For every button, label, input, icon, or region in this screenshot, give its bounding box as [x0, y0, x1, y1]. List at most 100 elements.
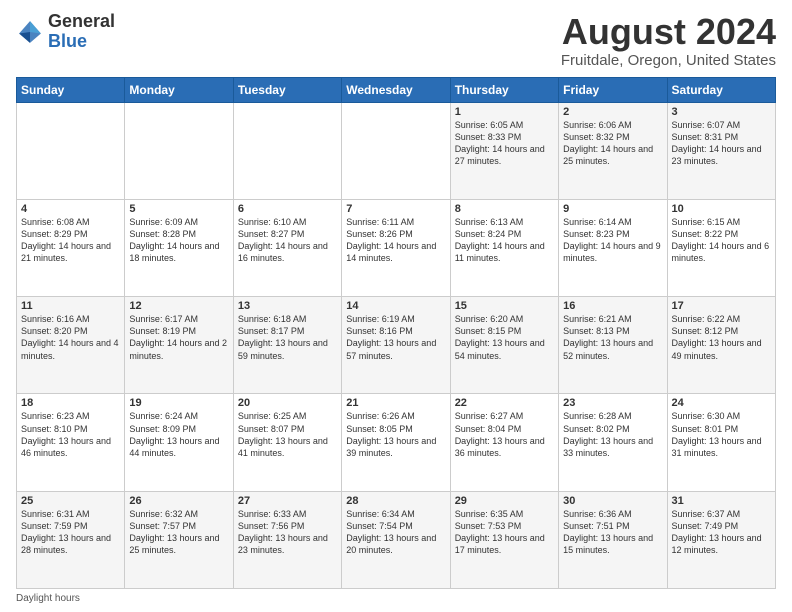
day-info: Sunrise: 6:06 AM Sunset: 8:32 PM Dayligh… — [563, 119, 662, 168]
calendar-cell: 7Sunrise: 6:11 AM Sunset: 8:26 PM Daylig… — [342, 199, 450, 296]
logo: General Blue — [16, 12, 115, 52]
col-header-wednesday: Wednesday — [342, 77, 450, 102]
day-info: Sunrise: 6:31 AM Sunset: 7:59 PM Dayligh… — [21, 508, 120, 557]
calendar-cell: 22Sunrise: 6:27 AM Sunset: 8:04 PM Dayli… — [450, 394, 558, 491]
day-number: 26 — [129, 495, 228, 507]
day-number: 13 — [238, 300, 337, 312]
calendar-cell — [125, 102, 233, 199]
day-number: 10 — [672, 203, 771, 215]
calendar-week-row-4: 25Sunrise: 6:31 AM Sunset: 7:59 PM Dayli… — [17, 491, 776, 588]
header: General Blue August 2024 Fruitdale, Oreg… — [16, 12, 776, 69]
day-number: 22 — [455, 397, 554, 409]
day-number: 25 — [21, 495, 120, 507]
day-info: Sunrise: 6:20 AM Sunset: 8:15 PM Dayligh… — [455, 313, 554, 362]
col-header-friday: Friday — [559, 77, 667, 102]
calendar-cell: 19Sunrise: 6:24 AM Sunset: 8:09 PM Dayli… — [125, 394, 233, 491]
col-header-saturday: Saturday — [667, 77, 775, 102]
calendar-week-row-2: 11Sunrise: 6:16 AM Sunset: 8:20 PM Dayli… — [17, 297, 776, 394]
logo-icon — [16, 18, 44, 46]
calendar-week-row-0: 1Sunrise: 6:05 AM Sunset: 8:33 PM Daylig… — [17, 102, 776, 199]
calendar-cell: 15Sunrise: 6:20 AM Sunset: 8:15 PM Dayli… — [450, 297, 558, 394]
day-number: 4 — [21, 203, 120, 215]
day-number: 17 — [672, 300, 771, 312]
day-number: 9 — [563, 203, 662, 215]
day-number: 24 — [672, 397, 771, 409]
day-info: Sunrise: 6:21 AM Sunset: 8:13 PM Dayligh… — [563, 313, 662, 362]
page: General Blue August 2024 Fruitdale, Oreg… — [0, 0, 792, 612]
calendar-cell: 31Sunrise: 6:37 AM Sunset: 7:49 PM Dayli… — [667, 491, 775, 588]
day-number: 11 — [21, 300, 120, 312]
daylight-label: Daylight hours — [16, 593, 80, 604]
col-header-sunday: Sunday — [17, 77, 125, 102]
day-number: 1 — [455, 106, 554, 118]
calendar-cell: 14Sunrise: 6:19 AM Sunset: 8:16 PM Dayli… — [342, 297, 450, 394]
day-number: 15 — [455, 300, 554, 312]
calendar-cell: 2Sunrise: 6:06 AM Sunset: 8:32 PM Daylig… — [559, 102, 667, 199]
day-number: 7 — [346, 203, 445, 215]
day-number: 14 — [346, 300, 445, 312]
day-info: Sunrise: 6:37 AM Sunset: 7:49 PM Dayligh… — [672, 508, 771, 557]
location-subtitle: Fruitdale, Oregon, United States — [561, 52, 776, 69]
day-number: 2 — [563, 106, 662, 118]
calendar-cell: 24Sunrise: 6:30 AM Sunset: 8:01 PM Dayli… — [667, 394, 775, 491]
logo-blue-text: Blue — [48, 32, 115, 52]
calendar-cell: 11Sunrise: 6:16 AM Sunset: 8:20 PM Dayli… — [17, 297, 125, 394]
day-number: 31 — [672, 495, 771, 507]
day-info: Sunrise: 6:17 AM Sunset: 8:19 PM Dayligh… — [129, 313, 228, 362]
logo-general-text: General — [48, 12, 115, 32]
month-year-title: August 2024 — [561, 12, 776, 52]
day-info: Sunrise: 6:36 AM Sunset: 7:51 PM Dayligh… — [563, 508, 662, 557]
calendar-cell: 30Sunrise: 6:36 AM Sunset: 7:51 PM Dayli… — [559, 491, 667, 588]
calendar-cell: 21Sunrise: 6:26 AM Sunset: 8:05 PM Dayli… — [342, 394, 450, 491]
calendar-cell: 27Sunrise: 6:33 AM Sunset: 7:56 PM Dayli… — [233, 491, 341, 588]
col-header-thursday: Thursday — [450, 77, 558, 102]
day-info: Sunrise: 6:33 AM Sunset: 7:56 PM Dayligh… — [238, 508, 337, 557]
day-number: 8 — [455, 203, 554, 215]
calendar-cell: 5Sunrise: 6:09 AM Sunset: 8:28 PM Daylig… — [125, 199, 233, 296]
day-number: 6 — [238, 203, 337, 215]
day-info: Sunrise: 6:09 AM Sunset: 8:28 PM Dayligh… — [129, 216, 228, 265]
calendar-cell: 26Sunrise: 6:32 AM Sunset: 7:57 PM Dayli… — [125, 491, 233, 588]
day-info: Sunrise: 6:10 AM Sunset: 8:27 PM Dayligh… — [238, 216, 337, 265]
day-info: Sunrise: 6:16 AM Sunset: 8:20 PM Dayligh… — [21, 313, 120, 362]
calendar-week-row-1: 4Sunrise: 6:08 AM Sunset: 8:29 PM Daylig… — [17, 199, 776, 296]
calendar-cell — [17, 102, 125, 199]
calendar-cell: 6Sunrise: 6:10 AM Sunset: 8:27 PM Daylig… — [233, 199, 341, 296]
day-number: 12 — [129, 300, 228, 312]
calendar-cell: 12Sunrise: 6:17 AM Sunset: 8:19 PM Dayli… — [125, 297, 233, 394]
day-info: Sunrise: 6:24 AM Sunset: 8:09 PM Dayligh… — [129, 410, 228, 459]
day-info: Sunrise: 6:11 AM Sunset: 8:26 PM Dayligh… — [346, 216, 445, 265]
day-info: Sunrise: 6:22 AM Sunset: 8:12 PM Dayligh… — [672, 313, 771, 362]
day-info: Sunrise: 6:15 AM Sunset: 8:22 PM Dayligh… — [672, 216, 771, 265]
calendar-cell: 13Sunrise: 6:18 AM Sunset: 8:17 PM Dayli… — [233, 297, 341, 394]
day-number: 27 — [238, 495, 337, 507]
day-info: Sunrise: 6:35 AM Sunset: 7:53 PM Dayligh… — [455, 508, 554, 557]
calendar-cell: 28Sunrise: 6:34 AM Sunset: 7:54 PM Dayli… — [342, 491, 450, 588]
day-info: Sunrise: 6:05 AM Sunset: 8:33 PM Dayligh… — [455, 119, 554, 168]
day-number: 18 — [21, 397, 120, 409]
day-info: Sunrise: 6:08 AM Sunset: 8:29 PM Dayligh… — [21, 216, 120, 265]
calendar-cell: 9Sunrise: 6:14 AM Sunset: 8:23 PM Daylig… — [559, 199, 667, 296]
day-number: 21 — [346, 397, 445, 409]
day-info: Sunrise: 6:27 AM Sunset: 8:04 PM Dayligh… — [455, 410, 554, 459]
day-info: Sunrise: 6:30 AM Sunset: 8:01 PM Dayligh… — [672, 410, 771, 459]
day-info: Sunrise: 6:25 AM Sunset: 8:07 PM Dayligh… — [238, 410, 337, 459]
day-info: Sunrise: 6:26 AM Sunset: 8:05 PM Dayligh… — [346, 410, 445, 459]
day-info: Sunrise: 6:28 AM Sunset: 8:02 PM Dayligh… — [563, 410, 662, 459]
calendar-cell — [233, 102, 341, 199]
title-block: August 2024 Fruitdale, Oregon, United St… — [561, 12, 776, 69]
day-number: 23 — [563, 397, 662, 409]
day-info: Sunrise: 6:18 AM Sunset: 8:17 PM Dayligh… — [238, 313, 337, 362]
day-info: Sunrise: 6:13 AM Sunset: 8:24 PM Dayligh… — [455, 216, 554, 265]
calendar-cell: 10Sunrise: 6:15 AM Sunset: 8:22 PM Dayli… — [667, 199, 775, 296]
day-info: Sunrise: 6:07 AM Sunset: 8:31 PM Dayligh… — [672, 119, 771, 168]
calendar-header-row: Sunday Monday Tuesday Wednesday Thursday… — [17, 77, 776, 102]
calendar-cell: 1Sunrise: 6:05 AM Sunset: 8:33 PM Daylig… — [450, 102, 558, 199]
day-number: 19 — [129, 397, 228, 409]
day-info: Sunrise: 6:14 AM Sunset: 8:23 PM Dayligh… — [563, 216, 662, 265]
day-number: 3 — [672, 106, 771, 118]
calendar-cell: 8Sunrise: 6:13 AM Sunset: 8:24 PM Daylig… — [450, 199, 558, 296]
calendar-cell: 4Sunrise: 6:08 AM Sunset: 8:29 PM Daylig… — [17, 199, 125, 296]
calendar-week-row-3: 18Sunrise: 6:23 AM Sunset: 8:10 PM Dayli… — [17, 394, 776, 491]
calendar-cell: 17Sunrise: 6:22 AM Sunset: 8:12 PM Dayli… — [667, 297, 775, 394]
